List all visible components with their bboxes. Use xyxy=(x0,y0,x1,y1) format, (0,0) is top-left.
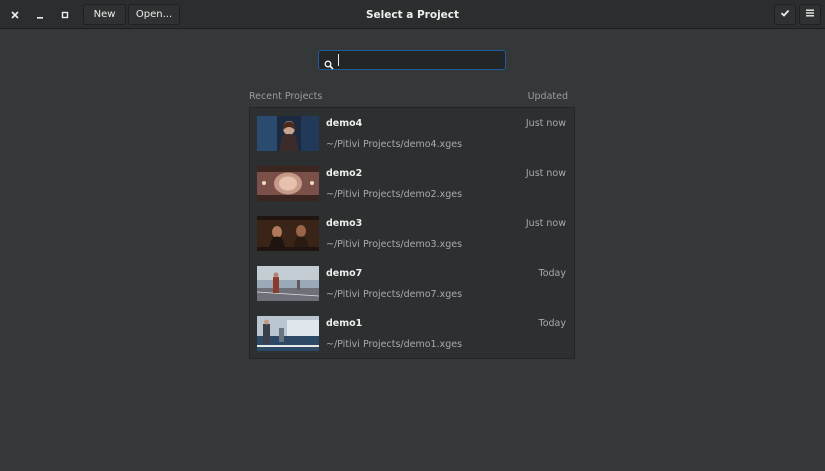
list-header: Recent Projects Updated xyxy=(249,91,568,104)
project-path: ~/Pitivi Projects/demo4.xges xyxy=(326,139,463,150)
maximize-icon[interactable] xyxy=(56,6,74,24)
project-thumbnail xyxy=(257,216,319,251)
project-path: ~/Pitivi Projects/demo7.xges xyxy=(326,289,463,300)
project-updated: Today xyxy=(538,268,566,279)
search-input[interactable] xyxy=(340,52,500,68)
search-icon xyxy=(324,55,334,70)
project-row[interactable]: demo3 ~/Pitivi Projects/demo3.xges Just … xyxy=(250,208,574,258)
text-cursor xyxy=(338,54,339,66)
project-name: demo3 xyxy=(326,218,363,229)
project-thumbnail xyxy=(257,316,319,351)
open-button-label: Open... xyxy=(135,9,173,20)
project-name: demo4 xyxy=(326,118,363,129)
open-project-button[interactable]: Open... xyxy=(128,4,180,25)
project-path: ~/Pitivi Projects/demo3.xges xyxy=(326,239,463,250)
project-path: ~/Pitivi Projects/demo1.xges xyxy=(326,339,463,350)
project-name: demo7 xyxy=(326,268,363,279)
project-row[interactable]: demo1 ~/Pitivi Projects/demo1.xges Today xyxy=(250,308,574,358)
new-project-button[interactable]: New xyxy=(83,4,126,25)
project-row[interactable]: demo4 ~/Pitivi Projects/demo4.xges Just … xyxy=(250,108,574,158)
updated-column-heading: Updated xyxy=(527,91,568,102)
checkmark-icon xyxy=(780,8,790,21)
project-name: demo2 xyxy=(326,168,363,179)
project-row[interactable]: demo2 ~/Pitivi Projects/demo2.xges Just … xyxy=(250,158,574,208)
menu-button[interactable] xyxy=(799,4,821,25)
hamburger-menu-icon xyxy=(805,8,815,21)
confirm-button[interactable] xyxy=(774,4,796,25)
recent-projects-heading: Recent Projects xyxy=(249,91,323,102)
project-updated: Just now xyxy=(525,218,566,229)
project-updated: Just now xyxy=(525,118,566,129)
project-thumbnail xyxy=(257,116,319,151)
project-thumbnail xyxy=(257,266,319,301)
project-path: ~/Pitivi Projects/demo2.xges xyxy=(326,189,463,200)
minimize-icon[interactable] xyxy=(31,6,49,24)
new-button-label: New xyxy=(93,9,116,20)
close-icon[interactable] xyxy=(6,6,24,24)
project-updated: Today xyxy=(538,318,566,329)
project-name: demo1 xyxy=(326,318,363,329)
recent-projects-list: demo4 ~/Pitivi Projects/demo4.xges Just … xyxy=(249,107,575,359)
search-field[interactable] xyxy=(318,50,506,70)
project-thumbnail xyxy=(257,166,319,201)
header-bar: New Open... Select a Project xyxy=(0,0,825,29)
project-updated: Just now xyxy=(525,168,566,179)
project-row[interactable]: demo7 ~/Pitivi Projects/demo7.xges Today xyxy=(250,258,574,308)
